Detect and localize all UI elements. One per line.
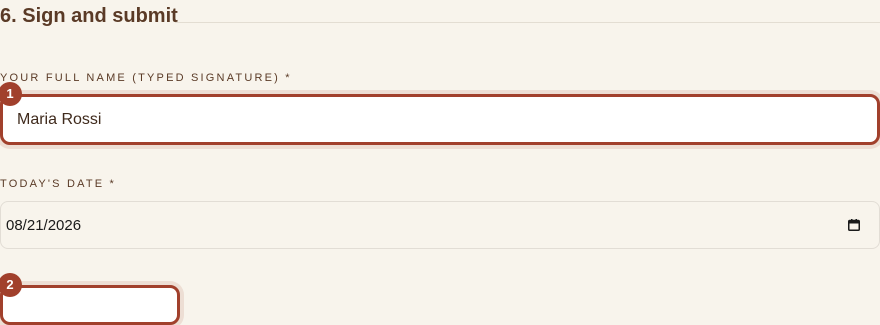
date-value: 08/21/2026	[6, 216, 82, 234]
section-title: 6. Sign and submit	[0, 5, 178, 27]
next-field-input[interactable]	[0, 285, 180, 325]
calendar-icon[interactable]	[848, 219, 860, 231]
date-input[interactable]: 08/21/2026	[0, 201, 880, 249]
date-label: TODAY'S DATE *	[0, 178, 117, 190]
full-name-input[interactable]	[0, 94, 880, 145]
full-name-label: YOUR FULL NAME (TYPED SIGNATURE) *	[0, 72, 292, 84]
section-divider	[175, 22, 880, 23]
